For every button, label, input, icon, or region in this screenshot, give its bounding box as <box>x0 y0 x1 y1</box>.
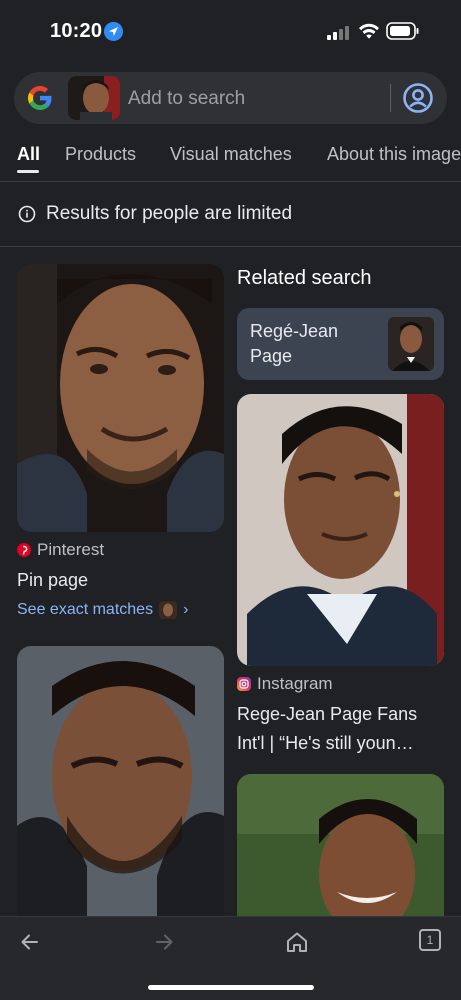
query-image-thumbnail[interactable] <box>68 76 120 120</box>
result-source-instagram[interactable]: Instagram <box>237 674 333 694</box>
search-tabs: All Products Visual matches About this i… <box>0 134 461 182</box>
battery-icon <box>386 22 419 40</box>
related-search-label: Regé-Jean Page <box>250 321 339 366</box>
result-image-pinterest[interactable] <box>17 264 224 532</box>
tab-count: 1 <box>426 933 434 947</box>
result-source-label: Pinterest <box>37 540 105 559</box>
result-title-instagram[interactable]: Rege-Jean Page Fans Int'l | “He's still … <box>237 700 444 758</box>
limited-results-notice: Results for people are limited <box>0 183 461 247</box>
google-logo[interactable] <box>26 84 54 112</box>
result-title-pin-page[interactable]: Pin page <box>17 566 88 595</box>
notice-text: Results for people are limited <box>46 203 293 224</box>
back-icon[interactable] <box>17 929 43 955</box>
wifi-icon <box>359 23 379 39</box>
result-source-pinterest[interactable]: Pinterest <box>17 540 104 560</box>
info-icon <box>18 205 36 223</box>
see-exact-matches-link[interactable]: See exact matches › <box>17 601 188 619</box>
location-arrow-icon <box>104 22 123 41</box>
instagram-icon <box>237 677 251 691</box>
see-exact-matches-label: See exact matches <box>17 601 154 618</box>
tab-products[interactable]: Products <box>65 144 136 165</box>
search-input[interactable] <box>128 86 368 112</box>
exact-match-thumbnail <box>159 601 178 619</box>
account-icon[interactable] <box>402 82 434 114</box>
related-search-heading: Related search <box>237 267 372 289</box>
search-divider <box>390 84 391 112</box>
tab-visual-matches[interactable]: Visual matches <box>170 144 292 165</box>
status-bar: 10:20 <box>0 0 461 62</box>
chevron-right-icon: › <box>183 601 189 618</box>
tab-active-indicator <box>17 170 39 173</box>
pinterest-icon <box>17 543 31 557</box>
result-image-instagram[interactable] <box>237 394 444 666</box>
result-source-label: Instagram <box>257 674 333 693</box>
tabs-icon[interactable]: 1 <box>419 929 441 951</box>
status-time: 10:20 <box>50 20 103 42</box>
tab-all[interactable]: All <box>17 144 40 165</box>
tab-about-this-image[interactable]: About this image <box>327 144 461 165</box>
forward-icon[interactable] <box>151 929 177 955</box>
signal-icon <box>327 26 349 40</box>
home-icon[interactable] <box>284 929 310 955</box>
related-search-chip[interactable]: Regé-Jean Page <box>237 308 444 380</box>
home-indicator <box>148 985 314 990</box>
result-image-2[interactable] <box>17 646 224 936</box>
related-search-thumbnail <box>388 317 434 371</box>
search-bar[interactable] <box>14 72 447 124</box>
